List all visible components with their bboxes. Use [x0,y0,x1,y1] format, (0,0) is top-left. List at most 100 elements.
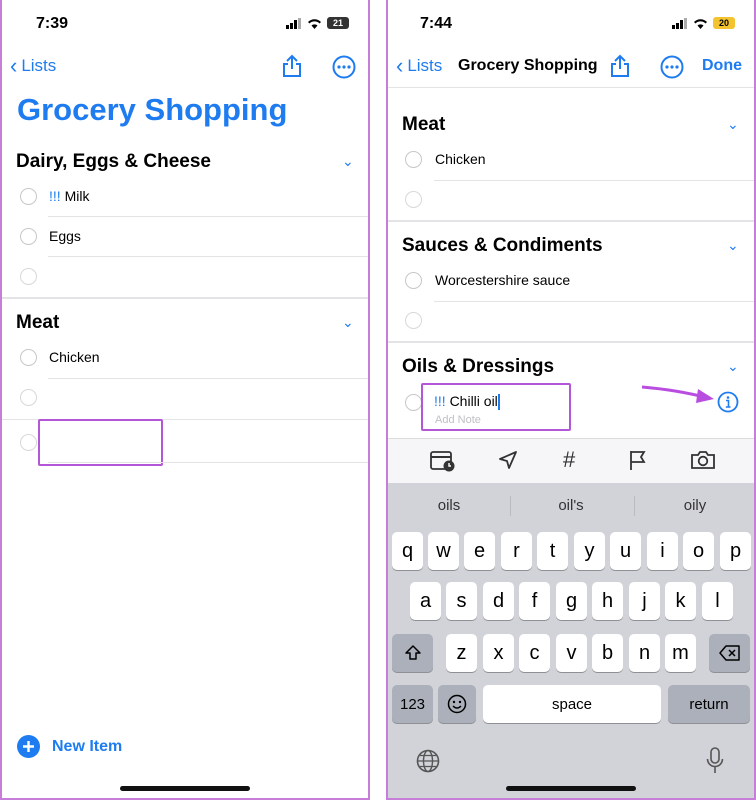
cellular-signal-icon [286,17,301,29]
chevron-down-icon[interactable]: ⌄ [727,237,739,254]
empty-item-circle[interactable] [20,268,37,285]
reminder-item-eggs[interactable]: Eggs [49,228,81,244]
chevron-down-icon[interactable]: ⌄ [727,116,739,133]
back-to-lists-button[interactable]: ‹ Lists [396,53,442,78]
key-v[interactable]: v [556,634,587,672]
status-icons: 20 [672,17,735,29]
chevron-left-icon: ‹ [10,53,18,78]
numbers-key[interactable]: 123 [392,685,433,723]
wifi-icon [694,18,707,29]
key-x[interactable]: x [483,634,514,672]
key-r[interactable]: r [501,532,532,570]
section-divider [388,220,754,222]
reminder-item-milk[interactable]: !!! Milk [49,188,89,204]
key-a[interactable]: a [410,582,441,620]
left-screenshot: 7:39 21 ‹ Lists Grocery Shopping Dairy, … [0,0,370,800]
more-options-icon[interactable] [332,55,356,79]
globe-icon[interactable] [416,749,440,773]
key-o[interactable]: o [683,532,714,570]
key-e[interactable]: e [464,532,495,570]
chevron-down-icon[interactable]: ⌄ [342,314,354,331]
status-time: 7:39 [36,15,69,32]
flag-icon[interactable] [628,449,648,471]
key-y[interactable]: y [574,532,605,570]
suggestion-2[interactable]: oil's [516,497,626,514]
key-u[interactable]: u [610,532,641,570]
location-icon[interactable] [498,450,518,470]
section-header-meat: Meat [402,114,446,135]
editing-item-field[interactable]: !!! Chilli oil [434,393,500,411]
delete-key[interactable] [709,634,750,672]
camera-icon[interactable] [690,450,716,470]
suggestion-1[interactable]: oils [394,497,504,514]
status-icons: 21 [286,17,349,29]
key-t[interactable]: t [537,532,568,570]
key-d[interactable]: d [483,582,514,620]
space-key[interactable]: space [483,685,661,723]
completion-circle[interactable] [405,272,422,289]
key-c[interactable]: c [519,634,550,672]
chevron-down-icon[interactable]: ⌄ [727,358,739,375]
reminder-item-chicken[interactable]: Chicken [49,349,100,365]
backspace-icon [718,645,740,661]
emoji-icon [447,694,467,714]
info-icon[interactable] [717,391,739,413]
section-header-oils: Oils & Dressings [402,356,555,377]
reminder-item-chicken[interactable]: Chicken [435,151,486,167]
completion-circle[interactable] [20,349,37,366]
suggestion-3[interactable]: oily [640,497,750,514]
arrow-pointer-icon [641,385,714,403]
suggestion-divider [510,496,511,516]
key-n[interactable]: n [629,634,660,672]
key-s[interactable]: s [446,582,477,620]
key-m[interactable]: m [665,634,696,672]
divider [48,256,368,257]
key-z[interactable]: z [446,634,477,672]
section-divider [2,297,368,299]
date-time-icon[interactable] [430,449,456,473]
chevron-left-icon: ‹ [396,53,404,78]
empty-item-circle[interactable] [405,191,422,208]
chevron-down-icon[interactable]: ⌄ [342,153,354,170]
key-p[interactable]: p [720,532,751,570]
key-h[interactable]: h [592,582,623,620]
key-l[interactable]: l [702,582,733,620]
key-i[interactable]: i [647,532,678,570]
new-item-button[interactable]: New Item [17,735,122,758]
key-b[interactable]: b [592,634,623,672]
list-title: Grocery Shopping [17,92,288,127]
completion-circle[interactable] [405,394,422,411]
empty-item-circle[interactable] [405,312,422,329]
key-f[interactable]: f [519,582,550,620]
key-j[interactable]: j [629,582,660,620]
shift-key[interactable] [392,634,433,672]
add-note-field[interactable]: Add Note [435,414,481,426]
back-to-lists-button[interactable]: ‹ Lists [10,53,56,78]
reminder-item-worcestershire[interactable]: Worcestershire sauce [435,272,570,288]
key-q[interactable]: q [392,532,423,570]
tag-icon[interactable]: # [563,447,575,473]
highlight-empty-row[interactable] [38,419,163,466]
completion-circle[interactable] [20,228,37,245]
completion-circle[interactable] [405,151,422,168]
key-k[interactable]: k [665,582,696,620]
section-header-meat: Meat [16,312,60,333]
emoji-key[interactable] [438,685,476,723]
more-options-icon[interactable] [660,55,684,79]
suggestion-divider [634,496,635,516]
completion-circle[interactable] [20,188,37,205]
microphone-icon[interactable] [706,747,724,775]
return-key[interactable]: return [668,685,750,723]
cellular-signal-icon [672,17,687,29]
share-icon[interactable] [610,54,630,78]
share-icon[interactable] [282,54,302,78]
done-button[interactable]: Done [702,57,742,75]
battery-icon: 20 [713,17,735,29]
key-w[interactable]: w [428,532,459,570]
divider [48,462,368,463]
key-g[interactable]: g [556,582,587,620]
empty-item-circle[interactable] [20,389,37,406]
plus-circle-icon [17,735,40,758]
divider [434,301,754,302]
new-item-circle[interactable] [20,434,37,451]
